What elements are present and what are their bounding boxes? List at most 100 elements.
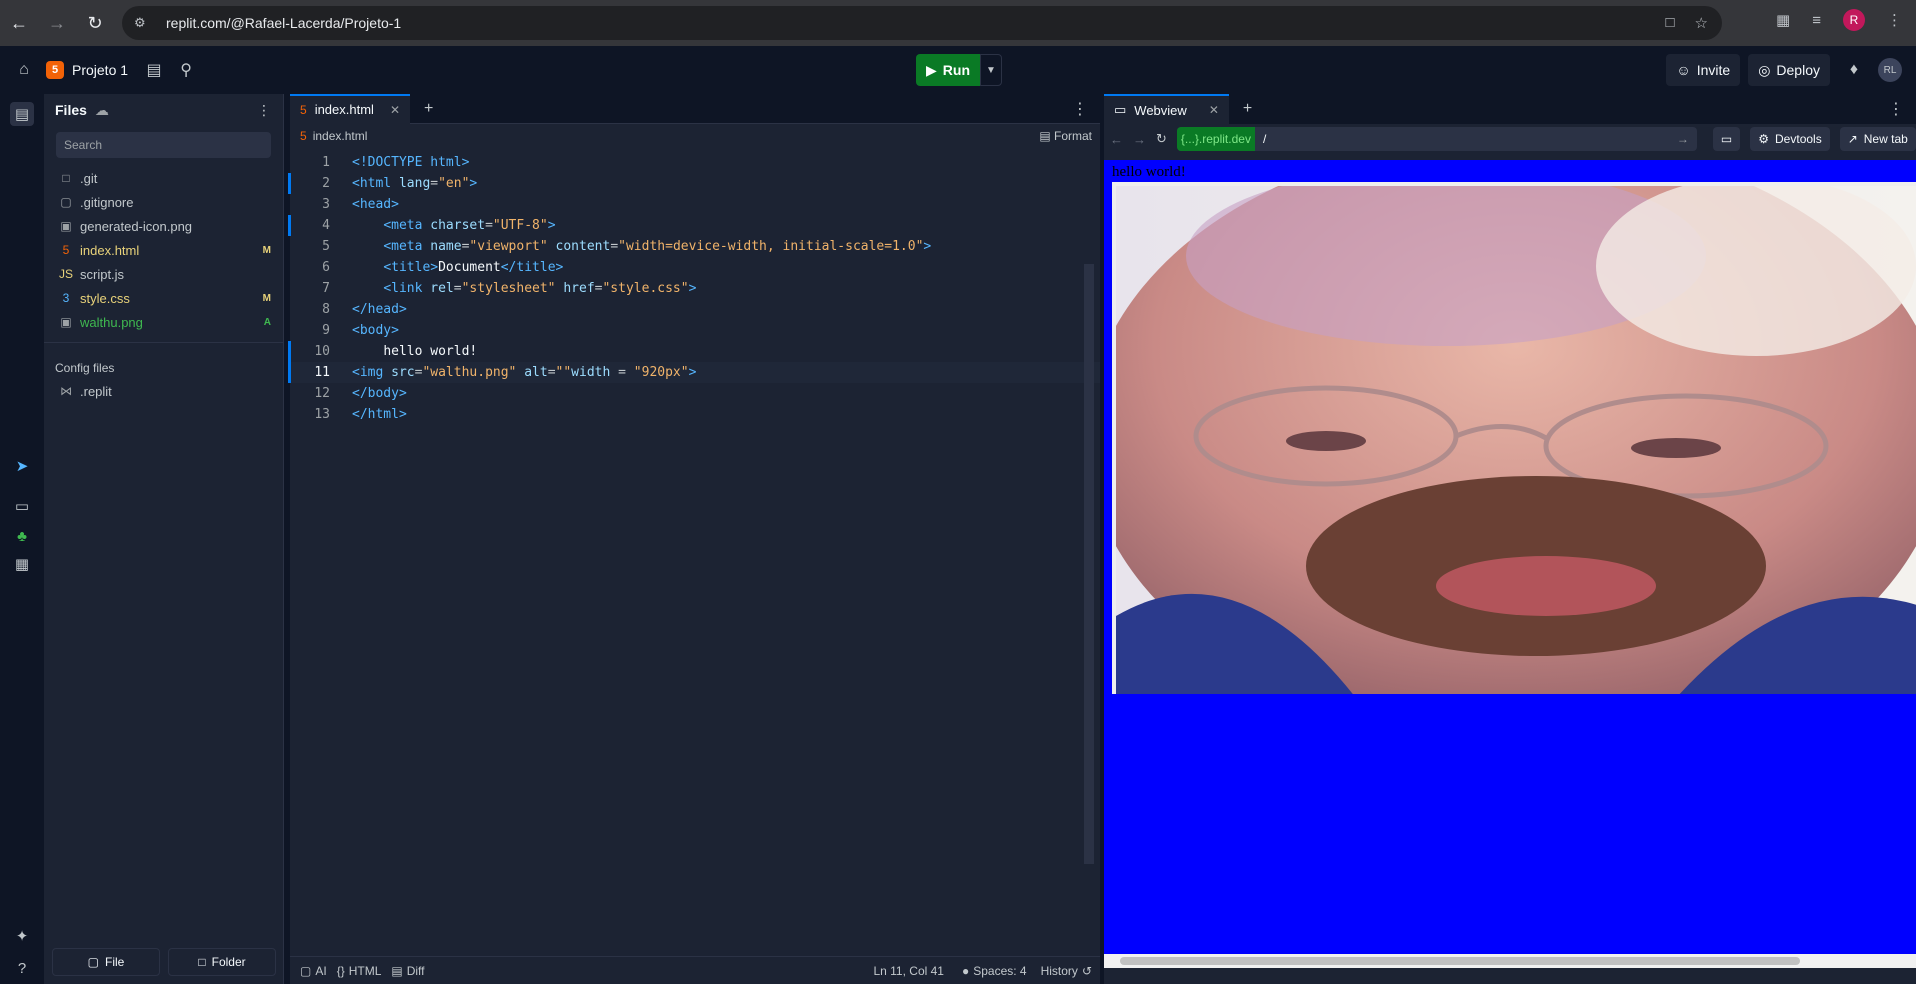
run-button[interactable]: ▶ Run [916, 54, 980, 86]
url-path: / [1262, 132, 1267, 146]
modified-badge: M [262, 292, 271, 304]
page-hello-text: hello world! [1112, 164, 1186, 180]
browser-menu-icon[interactable]: ⋮ [1887, 11, 1902, 29]
code-line: 12 </body> [314, 386, 407, 401]
new-file-button[interactable]: ▢ File [52, 948, 160, 976]
webview-page[interactable]: hello world! [1104, 160, 1916, 968]
deploy-button[interactable]: ◎ Deploy [1748, 54, 1830, 86]
code-line: 3 <head> [322, 197, 399, 212]
file-item-walthu-png[interactable]: ▣ walthu.png A [44, 310, 283, 334]
config-files-label: Config files [55, 361, 115, 375]
file-item-script-js[interactable]: JS script.js [44, 262, 283, 286]
back-icon[interactable]: ← [0, 4, 38, 42]
diff-status[interactable]: ▤ Diff [391, 964, 424, 978]
added-badge: A [263, 316, 271, 328]
editor-status-bar: ▢ AI {} HTML ▤ Diff Ln 11, Col 41 ● Spaces: … [290, 956, 1100, 984]
webview-reload-icon[interactable]: ↻ [1156, 131, 1167, 147]
editor-tabbar: 5 index.html ✕ + ⋮ [290, 93, 1100, 124]
devtools-button[interactable]: ⚙ Devtools [1750, 127, 1830, 151]
sparkle-icon[interactable]: ✦ [10, 924, 34, 948]
files-menu-icon[interactable]: ⋮ [257, 102, 271, 119]
webview-back-icon[interactable]: ← [1110, 132, 1123, 147]
history-button[interactable]: History ↺ [1041, 964, 1092, 978]
walthu-image [1112, 182, 1916, 694]
address-bar[interactable]: ⚙ replit.com/@Rafael-Lacerda/Projeto-1 □… [122, 6, 1722, 40]
add-tab-icon[interactable]: + [1243, 100, 1252, 118]
extensions-icon[interactable]: ▦ [1776, 11, 1790, 29]
ai-icon: ▢ [300, 963, 312, 978]
secrets-tree-icon[interactable]: ♣ [10, 524, 34, 548]
invite-button[interactable]: ☺ Invite [1666, 54, 1741, 86]
html-file-icon: 5 [62, 243, 70, 257]
code-line: 9 <body> [322, 323, 399, 338]
install-app-icon[interactable]: □ [1665, 14, 1674, 32]
play-icon: ▶ [926, 61, 937, 78]
all-tools-grid-icon[interactable]: ▦ [10, 552, 34, 576]
run-options-button[interactable]: ▼ [980, 54, 1002, 86]
file-item-gitignore[interactable]: ▢ .gitignore [44, 190, 283, 214]
file-item-git[interactable]: □ .git [44, 166, 283, 190]
files-explorer-icon[interactable]: ▤ [10, 102, 34, 126]
webview-monitor-icon[interactable]: ▭ [10, 494, 34, 518]
home-icon[interactable]: ⌂ [8, 54, 40, 86]
files-panel: Files ☁ ⋮ Search □ .git ▢ .gitignore ▣ gene… [44, 94, 284, 984]
file-item-replit[interactable]: ⋈ .replit [44, 379, 283, 403]
project-title[interactable]: 5 Projeto 1 [46, 61, 128, 79]
device-toggle-icon[interactable]: ▭ [1712, 127, 1741, 151]
new-folder-button[interactable]: □ Folder [168, 948, 276, 976]
project-name: Projeto 1 [72, 62, 129, 78]
user-avatar[interactable]: RL [1878, 58, 1902, 82]
help-icon[interactable]: ? [10, 956, 34, 980]
files-search-input[interactable]: Search [56, 132, 271, 158]
image-file-icon: ▣ [60, 315, 72, 329]
file-item-generated-icon[interactable]: ▣ generated-icon.png [44, 214, 283, 238]
site-info-icon[interactable]: ⚙ [134, 15, 156, 31]
new-folder-icon: □ [198, 955, 206, 969]
cursor-position[interactable]: Ln 11, Col 41 [873, 964, 944, 978]
html-file-icon: 5 [300, 129, 307, 143]
webview-tabbar: ▭ Webview ✕ + ⋮ [1104, 94, 1916, 124]
file-icon: ▢ [60, 195, 72, 209]
monitor-icon: ▭ [1114, 102, 1127, 117]
wrench-icon: ⚙ [1758, 132, 1770, 146]
scrollbar-thumb[interactable] [1120, 957, 1800, 965]
close-tab-icon[interactable]: ✕ [1209, 103, 1219, 117]
webview-url-input[interactable]: {...}.replit.dev / → [1176, 127, 1697, 151]
code-editor: 5 index.html ✕ + ⋮ 5 index.html ▤ Format… [288, 93, 1100, 984]
close-tab-icon[interactable]: ✕ [390, 103, 400, 117]
indent-status[interactable]: ● Spaces: 4 [962, 964, 1027, 978]
agent-icon[interactable]: ➤ [10, 454, 34, 478]
code-line: 13 </html> [314, 407, 407, 422]
file-item-style-css[interactable]: 3 style.css M [44, 286, 283, 310]
code-line: 8 </head> [322, 302, 407, 317]
file-item-index-html[interactable]: 5 index.html M [44, 238, 283, 262]
media-icon[interactable]: ≡ [1812, 12, 1821, 29]
forward-icon[interactable]: → [38, 4, 76, 42]
add-tab-icon[interactable]: + [424, 100, 433, 118]
webview-menu-icon[interactable]: ⋮ [1888, 99, 1904, 119]
language-status[interactable]: {} HTML [337, 964, 382, 978]
tab-webview[interactable]: ▭ Webview ✕ [1104, 94, 1229, 124]
profile-avatar[interactable]: R [1843, 9, 1865, 31]
editor-menu-icon[interactable]: ⋮ [1072, 99, 1088, 119]
code-line: 5 <meta name="viewport" content="width=d… [322, 239, 932, 254]
tab-index-html[interactable]: 5 index.html ✕ [290, 93, 410, 124]
ai-status[interactable]: ▢ AI [300, 964, 327, 978]
new-tab-button[interactable]: ↗ New tab [1839, 127, 1916, 151]
code-line: 4 <meta charset="UTF-8"> [288, 215, 1100, 236]
format-button[interactable]: ▤ Format [1039, 129, 1092, 143]
reload-icon[interactable]: ↻ [76, 4, 114, 42]
webview-forward-icon[interactable]: → [1133, 132, 1146, 147]
search-icon[interactable]: ⚲ [170, 54, 202, 86]
notifications-bell-icon[interactable]: ♦ [1838, 54, 1870, 86]
code-area[interactable]: 1 <!DOCTYPE html> 2 <html lang="en"> 3 <hea… [288, 148, 1100, 425]
editor-scrollbar[interactable] [1084, 264, 1094, 864]
bookmark-star-icon[interactable]: ☆ [1695, 14, 1708, 32]
browser-toolbar: ← → ↻ ⚙ replit.com/@Rafael-Lacerda/Proje… [0, 0, 1916, 46]
go-arrow-icon[interactable]: → [1677, 132, 1689, 146]
add-user-icon: ☺ [1676, 62, 1691, 78]
config-file-icon: ⋈ [60, 384, 72, 398]
page-horizontal-scrollbar[interactable] [1104, 954, 1916, 968]
address-url[interactable]: replit.com/@Rafael-Lacerda/Projeto-1 [166, 15, 401, 31]
layout-icon[interactable]: ▤ [138, 54, 170, 86]
